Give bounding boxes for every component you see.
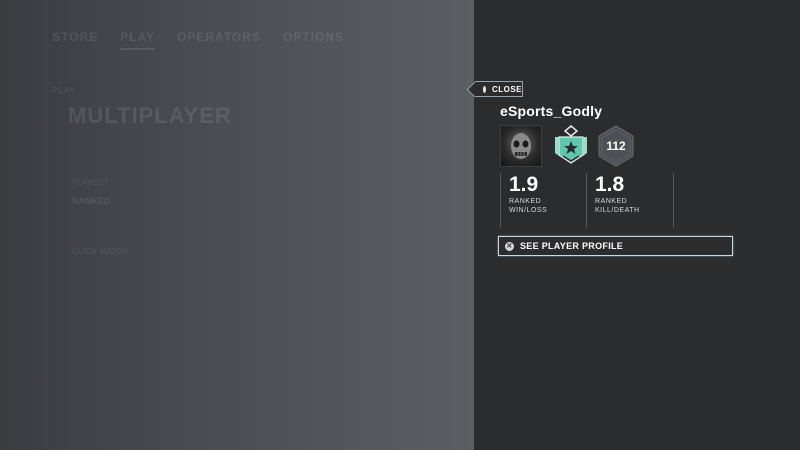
see-player-profile-label: SEE PLAYER PROFILE	[520, 241, 624, 251]
stat-win-loss: 1.9 RANKED WIN/LOSS	[500, 173, 584, 228]
stat-kill-death: 1.8 RANKED KILL/DEATH	[586, 173, 674, 228]
nav-item-options: OPTIONS	[282, 30, 344, 44]
diamond-rank-icon	[555, 125, 587, 164]
see-player-profile-button[interactable]: ✕ SEE PLAYER PROFILE	[498, 236, 733, 256]
kill-death-label-line2: KILL/DEATH	[595, 207, 640, 214]
page-title: MULTIPLAYER	[68, 103, 232, 128]
background-menu: STORE PLAY OPERATORS OPTIONS PLAY MULTIP…	[0, 0, 474, 450]
playlist-caption: PLAYLIST	[72, 178, 109, 187]
nav-item-operators: OPERATORS	[177, 30, 261, 44]
playlist-item: RANKED	[72, 196, 111, 206]
nav-item-store: STORE	[52, 30, 99, 44]
win-loss-value: 1.9	[509, 173, 539, 196]
win-loss-label-line1: RANKED	[509, 198, 542, 205]
player-username: eSports_Godly	[500, 103, 603, 119]
footer-text: QUICK MATCH	[72, 247, 128, 256]
circle-button-icon	[483, 85, 486, 93]
x-button-icon: ✕	[505, 241, 514, 251]
top-navigation: STORE PLAY OPERATORS OPTIONS	[52, 30, 344, 50]
kill-death-label-line1: RANKED	[595, 198, 628, 205]
breadcrumb: PLAY	[52, 86, 76, 95]
player-avatar	[500, 125, 542, 167]
player-level: 112	[606, 139, 626, 153]
skull-mask-icon	[511, 133, 531, 159]
nav-item-play: PLAY	[120, 30, 156, 50]
close-label: CLOSE	[491, 84, 522, 94]
kill-death-value: 1.8	[595, 173, 625, 196]
win-loss-label-line2: WIN/LOSS	[509, 207, 548, 214]
close-button[interactable]: CLOSE	[475, 81, 523, 97]
